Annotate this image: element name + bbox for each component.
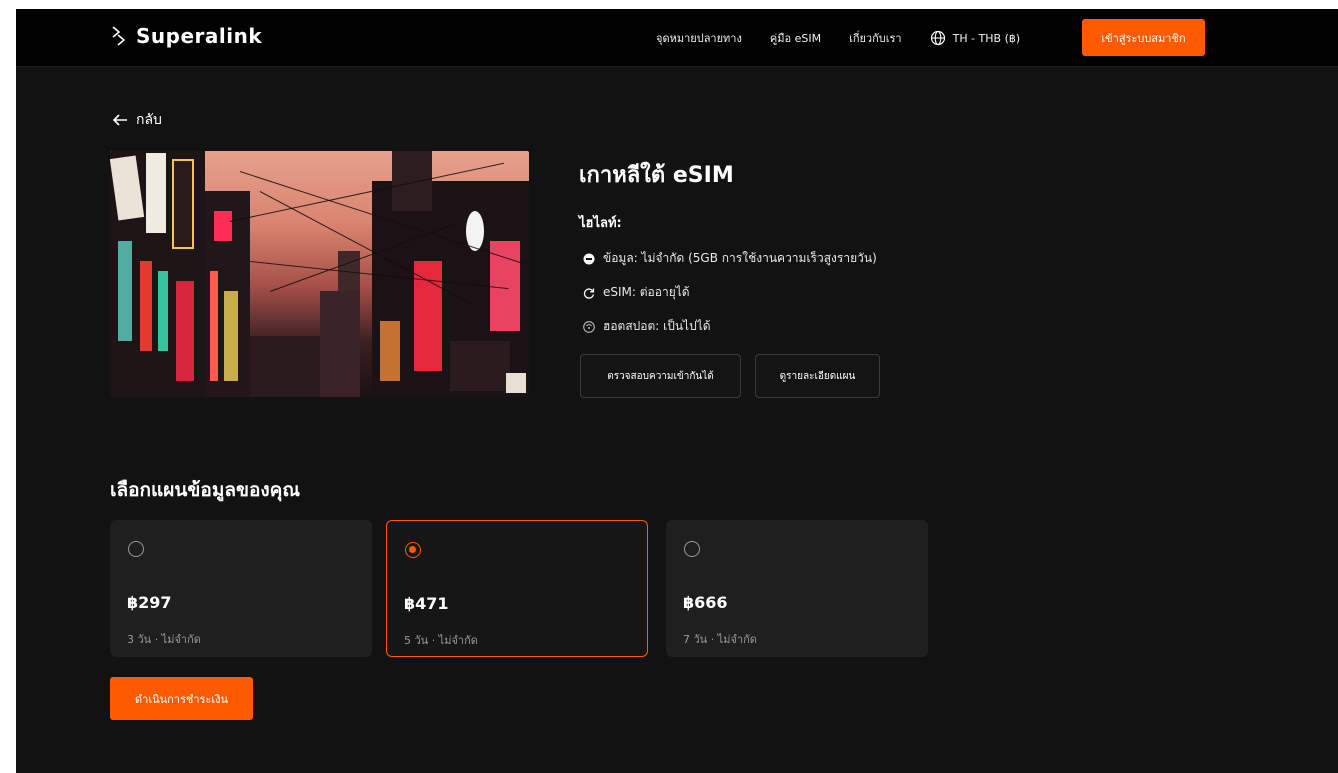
- brand-logo[interactable]: Superalink: [110, 24, 262, 48]
- brand-name: Superalink: [136, 24, 263, 48]
- plans-section-title: เลือกแผนข้อมูลของคุณ: [110, 479, 300, 501]
- feature-hotspot-text: ฮอตสปอต: เป็นไปได้: [603, 319, 711, 333]
- feature-hotspot: ฮอตสปอต: เป็นไปได้: [583, 317, 711, 336]
- plan-radio-selected[interactable]: [405, 542, 421, 558]
- member-login-button[interactable]: เข้าสู่ระบบสมาชิก: [1082, 19, 1205, 56]
- refresh-icon: [583, 287, 595, 299]
- feature-data-text: ข้อมูล: ไม่จำกัด (5GB การใช้งานความเร็วส…: [603, 251, 877, 265]
- data-icon: [583, 253, 595, 264]
- plan-meta: 7 วัน · ไม่จำกัด: [683, 633, 757, 646]
- language-selector[interactable]: TH - THB (฿): [930, 30, 1021, 46]
- feature-data: ข้อมูล: ไม่จำกัด (5GB การใช้งานความเร็วส…: [583, 249, 877, 268]
- hotspot-icon: [583, 320, 595, 333]
- feature-renewal: eSIM: ต่ออายุได้: [583, 283, 690, 302]
- feature-renewal-text: eSIM: ต่ออายุได้: [603, 285, 690, 299]
- seoul-street-night-image: [110, 151, 529, 397]
- app-frame: Superalink จุดหมายปลายทาง คู่มือ eSIM เก…: [16, 9, 1338, 773]
- back-link[interactable]: กลับ: [112, 109, 162, 131]
- plan-price: ฿666: [683, 593, 728, 612]
- plan-price: ฿471: [404, 594, 449, 613]
- superalink-logo-icon: [112, 26, 126, 46]
- nav-link-destinations[interactable]: จุดหมายปลายทาง: [656, 29, 742, 47]
- proceed-payment-button[interactable]: ดำเนินการชำระเงิน: [110, 677, 253, 720]
- language-label: TH - THB (฿): [952, 31, 1021, 45]
- product-title: เกาหลีใต้ eSIM: [579, 163, 734, 188]
- plan-meta: 5 วัน · ไม่จำกัด: [404, 634, 478, 647]
- back-label: กลับ: [136, 112, 162, 128]
- plan-option-5-days[interactable]: ฿471 5 วัน · ไม่จำกัด: [386, 520, 648, 657]
- plan-option-7-days[interactable]: ฿666 7 วัน · ไม่จำกัด: [666, 520, 928, 657]
- highlights-label: ไฮไลท์:: [579, 216, 622, 231]
- plan-price: ฿297: [127, 593, 172, 612]
- top-navbar: Superalink จุดหมายปลายทาง คู่มือ eSIM เก…: [16, 9, 1338, 67]
- plan-option-3-days[interactable]: ฿297 3 วัน · ไม่จำกัด: [110, 520, 372, 657]
- globe-icon: [930, 30, 945, 46]
- plan-radio[interactable]: [128, 541, 144, 557]
- check-compatibility-button[interactable]: ตรวจสอบความเข้ากันได้: [580, 354, 741, 398]
- nav-link-about[interactable]: เกี่ยวกับเรา: [849, 29, 902, 47]
- plan-meta: 3 วัน · ไม่จำกัด: [127, 633, 201, 646]
- plan-radio[interactable]: [684, 541, 700, 557]
- arrow-left-icon: [112, 114, 127, 126]
- view-plan-details-button[interactable]: ดูรายละเอียดแผน: [755, 354, 880, 398]
- nav-link-esim-guide[interactable]: คู่มือ eSIM: [770, 29, 821, 47]
- main-nav: จุดหมายปลายทาง คู่มือ eSIM เกี่ยวกับเรา …: [656, 9, 1040, 67]
